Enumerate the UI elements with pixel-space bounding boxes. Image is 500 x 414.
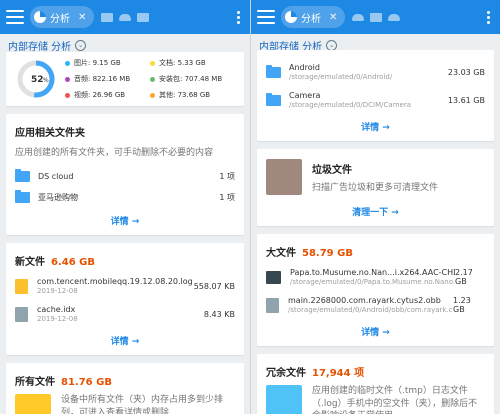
junk-files-card: 垃圾文件 扫描广告垃圾和更多可清理文件 清理一下 → [257,149,494,226]
pie-chart-icon [285,11,297,23]
redundant-files-card[interactable]: 冗余文件 17,944 项 应用创建的临时文件（.tmp）日志文件（.log）手机… [257,354,494,414]
document-icon [266,385,302,414]
card-subtitle: 应用创建的所有文件夹，可手动删除不必要的内容 [15,148,214,158]
tab-analysis[interactable]: 分析 ✕ [30,6,95,28]
folder-icon [15,169,30,182]
top-bar: 分析 ✕ [0,0,250,34]
list-item[interactable]: cache.idx 2019-12-08 8.43 KB [6,300,244,328]
card-description: 应用创建的临时文件（.tmp）日志文件（.log）手机中的空文件（夹），删除后不… [312,386,478,414]
pie-chart-icon [34,11,46,23]
list-item[interactable]: Android /storage/emulated/0/Android/ 23.… [257,58,494,86]
right-panel: 分析 ✕ 内部存储 分析 ⌄ Android /storage/emulated… [250,0,500,414]
folder-tab-icon[interactable] [137,12,150,22]
more-options-icon[interactable] [483,10,494,24]
legend-item: 其他: 73.68 GB [150,90,235,100]
video-thumbnail [266,270,281,284]
more-options-icon[interactable] [233,10,244,24]
legend-item: 文档: 5.33 GB [150,58,235,68]
close-tab-icon[interactable]: ✕ [329,12,337,23]
chevron-down-icon[interactable]: ⌄ [75,39,87,51]
card-title: 新文件 6.46 GB [15,257,95,268]
card-description: 设备中所有文件（夹）内存占用多到少排列，可进入查看详情或删除 [61,395,224,414]
list-item[interactable]: main.2268000.com.rayark.cytus2.obb /stor… [257,291,494,319]
legend-item: 图片: 9.15 GB [65,58,150,68]
list-item[interactable]: Papa.to.Musume.no.Nan...i.x264.AAC-CHDTV… [257,263,494,291]
list-item[interactable]: com.tencent.mobileqq.19.12.08.20.log 201… [6,272,244,300]
tab-label: 分析 [50,13,70,25]
card-title: 冗余文件 17,944 项 [266,368,365,379]
close-tab-icon[interactable]: ✕ [78,12,86,23]
large-files-card: 大文件 58.79 GB Papa.to.Musume.no.Nan...i.x2… [257,234,494,346]
broom-icon [266,159,302,195]
list-item[interactable]: DS cloud 1 项 [6,166,244,187]
details-link[interactable]: 详情 → [257,114,494,141]
legend-item: 音频: 822.16 MB [65,74,150,84]
details-link[interactable]: 详情 → [6,328,244,355]
folder-icon [266,64,281,78]
chevron-down-icon[interactable]: ⌄ [326,39,338,51]
menu-icon[interactable] [257,10,275,24]
list-item[interactable]: Camera /storage/emulated/0/DCIM/Camera 1… [257,86,494,114]
details-link[interactable]: 详情 → [257,319,494,346]
storage-ring-chart: 52 % [17,60,55,98]
storage-legend: 图片: 9.15 GB 文档: 5.33 GB 音频: 822.16 MB 安装… [57,58,235,100]
folder-icon [15,190,30,203]
folder-tab-icon[interactable] [370,12,383,22]
menu-icon[interactable] [6,10,24,24]
storage-summary-card: 52 % 图片: 9.15 GB 文档: 5.33 GB 音频: 822.16 … [6,52,244,106]
tab-label: 分析 [301,13,321,25]
breadcrumb-label: 内部存储 分析 [8,41,72,53]
log-file-icon [15,278,28,294]
card-title: 应用相关文件夹 [15,128,85,139]
card-description: 扫描广告垃圾和更多可清理文件 [312,183,439,193]
legend-item: 安装包: 707.48 MB [150,74,235,84]
folder-tab-icon[interactable] [101,12,114,22]
cloud-tab-icon[interactable] [119,13,132,21]
all-files-card[interactable]: 所有文件 81.76 GB 设备中所有文件（夹）内存占用多到少排列，可进入查看详情… [6,363,244,414]
storage-percent: 52 [31,75,44,85]
top-bar: 分析 ✕ [251,0,500,34]
legend-item: 视频: 26.96 GB [65,90,150,100]
cloud-tab-icon[interactable] [388,13,401,21]
new-files-card: 新文件 6.46 GB com.tencent.mobileqq.19.12.08… [6,243,244,355]
folder-icon [266,92,281,106]
cloud-tab-icon[interactable] [352,13,365,21]
card-title: 所有文件 81.76 GB [15,377,112,388]
unknown-file-icon [15,306,28,322]
card-title: 大文件 58.79 GB [266,248,353,259]
app-folders-card: 应用相关文件夹 应用创建的所有文件夹，可手动删除不必要的内容 DS cloud … [6,114,244,235]
card-title: 垃圾文件 [312,165,352,176]
left-panel: 分析 ✕ 内部存储 分析 ⌄ 52 % 图片: 9.15 GB 文档: 5.33… [0,0,250,414]
unknown-file-icon [266,297,279,313]
percent-sign: % [43,77,49,84]
folder-icon [15,394,51,414]
details-link[interactable]: 详情 → [6,208,244,235]
list-item[interactable]: 亚马逊购物 1 项 [6,187,244,208]
clean-button[interactable]: 清理一下 → [257,199,494,226]
large-folders-card: Android /storage/emulated/0/Android/ 23.… [257,50,494,141]
tab-analysis[interactable]: 分析 ✕ [281,6,346,28]
